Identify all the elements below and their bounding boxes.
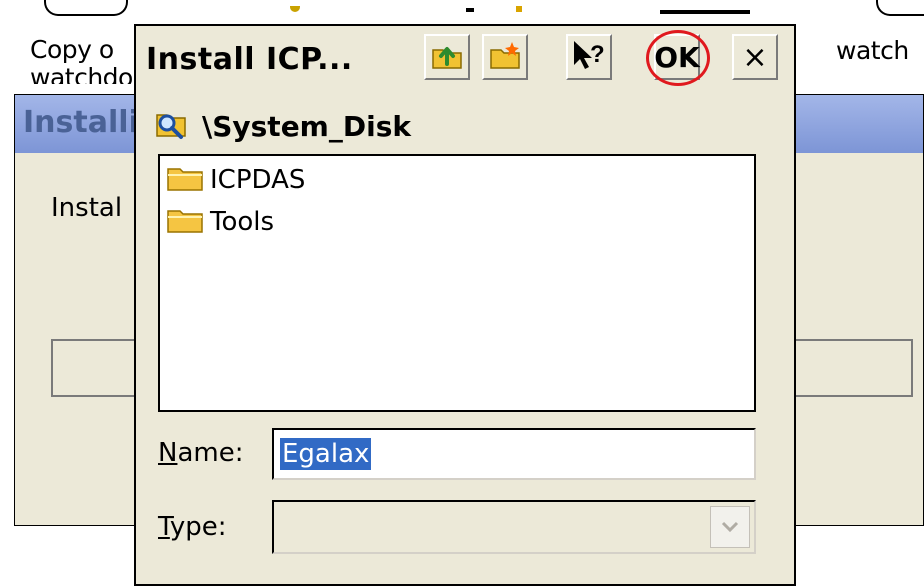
background-label-line2: watchdo	[30, 64, 133, 84]
dialog-title: Install ICP...	[146, 42, 353, 77]
type-label-accel: T	[158, 512, 170, 542]
help-icon: ?	[570, 38, 608, 76]
name-label-accel: N	[158, 438, 178, 468]
type-select[interactable]	[272, 500, 756, 554]
list-item-label: ICPDAS	[210, 165, 306, 195]
background-icon-label-left[interactable]: Copy o watchdo	[30, 35, 133, 85]
ok-button[interactable]: OK	[654, 34, 700, 80]
background-spark-icon	[516, 6, 522, 12]
path-text: \System_Disk	[202, 109, 411, 143]
type-label: Type:	[158, 512, 227, 542]
folder-icon	[166, 205, 204, 239]
list-item-label: Tools	[210, 207, 275, 237]
name-input-value: Egalax	[280, 438, 372, 470]
name-label: Name:	[158, 438, 243, 468]
background-dot-icon	[290, 6, 300, 12]
chevron-down-icon	[721, 518, 739, 537]
background-icon-mid	[660, 10, 750, 14]
close-button[interactable]: ×	[732, 34, 778, 80]
list-item[interactable]: Tools	[166, 204, 274, 240]
svg-text:?: ?	[590, 41, 605, 68]
file-list[interactable]: ICPDAS Tools	[158, 154, 756, 412]
background-window-text: Instal	[51, 193, 123, 223]
current-path: \System_Disk	[154, 106, 411, 146]
name-input[interactable]: Egalax	[272, 428, 756, 480]
list-item[interactable]: ICPDAS	[166, 162, 305, 198]
background-window-title: Installi	[23, 105, 139, 140]
dialog-titlebar[interactable]: Install ICP... ? OK ×	[136, 26, 794, 94]
background-label-line1: Copy o	[30, 35, 114, 64]
new-folder-button[interactable]	[482, 34, 528, 80]
folder-up-icon	[430, 38, 464, 76]
type-label-rest: ype:	[169, 512, 227, 542]
new-folder-icon	[488, 38, 522, 76]
up-folder-button[interactable]	[424, 34, 470, 80]
folder-icon	[166, 163, 204, 197]
install-file-dialog: Install ICP... ? OK × \System_Disk ICPDA…	[134, 24, 796, 586]
background-dash-icon	[466, 8, 474, 12]
background-icon-left	[44, 0, 128, 16]
background-icon-label-right[interactable]: watch	[836, 36, 909, 65]
help-button[interactable]: ?	[566, 34, 612, 80]
name-label-rest: ame:	[177, 438, 244, 468]
type-dropdown-button[interactable]	[710, 506, 750, 548]
background-icon-right	[876, 0, 924, 16]
folder-search-icon	[154, 107, 188, 145]
